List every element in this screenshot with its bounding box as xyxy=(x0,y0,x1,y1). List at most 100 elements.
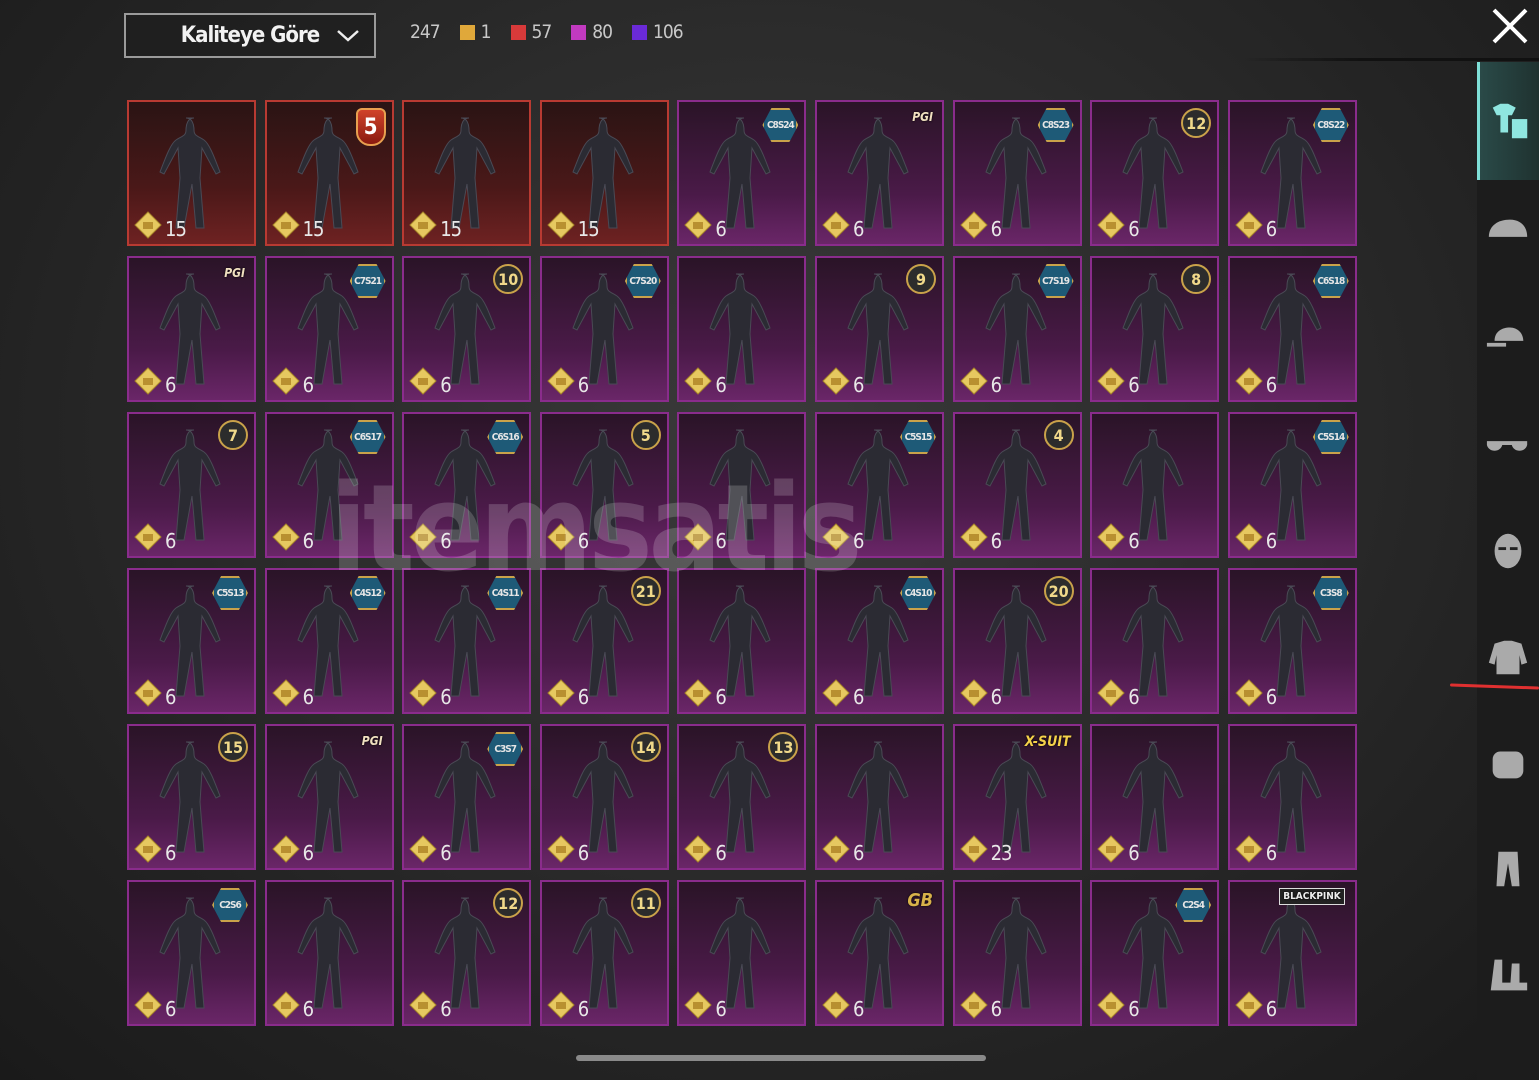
item-card[interactable]: 6 xyxy=(815,724,944,870)
item-card[interactable]: 6 15 xyxy=(127,724,256,870)
sidebar-tab-glasses[interactable] xyxy=(1477,392,1539,498)
sidebar-tab-jacket[interactable] xyxy=(1477,604,1539,710)
outfit-preview xyxy=(709,897,772,1009)
item-card[interactable]: 6 xyxy=(952,880,1082,1026)
currency-gem-icon xyxy=(684,835,713,863)
sidebar-tab-pants[interactable] xyxy=(1477,816,1539,922)
item-card[interactable]: 6 xyxy=(677,412,807,558)
item-value: 23 xyxy=(990,841,1013,865)
item-card[interactable]: 6 BLACKPINK xyxy=(1227,880,1357,1026)
item-value: 6 xyxy=(715,997,726,1021)
item-card[interactable]: 6 21 xyxy=(539,568,669,714)
item-card[interactable]: 6 13 xyxy=(677,724,807,870)
item-value: 6 xyxy=(1128,685,1139,709)
item-badge: 8 xyxy=(1181,264,1212,294)
currency-gem-icon xyxy=(134,991,162,1019)
currency-gem-icon xyxy=(684,991,713,1019)
item-value: 6 xyxy=(715,529,726,553)
item-card[interactable]: 6 10 xyxy=(402,256,532,402)
item-badge: 7 xyxy=(218,420,248,450)
item-card[interactable]: 6 C7S20 xyxy=(539,256,669,402)
item-card[interactable]: 6 C7S21 xyxy=(264,256,394,402)
item-value: 6 xyxy=(853,373,864,397)
item-card[interactable]: 64 xyxy=(952,412,1082,558)
item-card[interactable]: 6 C2S6 xyxy=(127,880,256,1026)
item-value: 6 xyxy=(715,217,726,241)
item-card[interactable]: 65 xyxy=(539,412,669,558)
outfit-preview xyxy=(847,741,909,853)
outfit-preview xyxy=(434,117,496,229)
item-card[interactable]: 69 xyxy=(815,256,944,402)
sidebar-tab-outfit[interactable] xyxy=(1477,62,1539,180)
outfit-icon xyxy=(1492,103,1527,139)
item-card[interactable]: 6 20 xyxy=(952,568,1082,714)
item-card[interactable]: 6 C4S10 xyxy=(815,568,944,714)
item-card[interactable]: 6 C2S4 xyxy=(1090,880,1220,1026)
item-card[interactable]: 6 C5S13 xyxy=(127,568,256,714)
outfit-preview xyxy=(1122,429,1184,541)
item-card[interactable]: 6 PGI xyxy=(815,100,944,246)
horizontal-scrollbar[interactable] xyxy=(576,1055,986,1061)
item-card[interactable]: 6 C3S8 xyxy=(1227,568,1357,714)
item-card[interactable]: 6 xyxy=(1227,724,1357,870)
item-card[interactable]: 6 xyxy=(677,880,807,1026)
sidebar-tab-backpack[interactable] xyxy=(1477,710,1539,816)
item-card[interactable]: 6 xyxy=(1090,568,1220,714)
item-card[interactable]: 6 xyxy=(1090,412,1220,558)
item-card[interactable]: 6 C3S7 xyxy=(402,724,532,870)
item-card[interactable]: 67 xyxy=(127,412,256,558)
sort-dropdown[interactable]: Kaliteye Göre xyxy=(124,13,376,58)
item-card[interactable]: 15 xyxy=(127,100,256,246)
item-value: 6 xyxy=(1265,529,1277,553)
item-card[interactable]: 6 xyxy=(677,256,807,402)
item-card[interactable]: 15 xyxy=(539,100,669,246)
item-card[interactable]: 6 xyxy=(1090,724,1220,870)
item-card[interactable]: 6 C6S18 xyxy=(1227,256,1357,402)
item-value: 6 xyxy=(165,373,176,397)
item-card[interactable]: 6 C8S22 xyxy=(1227,100,1357,246)
close-icon[interactable] xyxy=(1490,6,1530,46)
outfit-preview xyxy=(984,429,1047,541)
item-card[interactable]: 6 C7S19 xyxy=(952,256,1082,402)
item-card[interactable]: 6 C4S12 xyxy=(264,568,394,714)
item-value: 6 xyxy=(165,841,176,865)
item-card[interactable]: 68 xyxy=(1090,256,1220,402)
currency-gem-icon xyxy=(547,367,575,395)
item-value: 6 xyxy=(990,373,1002,397)
currency-gem-icon xyxy=(822,991,850,1019)
item-card[interactable]: 6 C4S11 xyxy=(402,568,532,714)
currency-gem-icon xyxy=(134,679,162,707)
currency-gem-icon xyxy=(822,367,850,395)
item-card[interactable]: 15 5 xyxy=(264,100,394,246)
item-card[interactable]: 6 GB xyxy=(815,880,944,1026)
sidebar-tab-helmet[interactable] xyxy=(1477,180,1539,286)
item-card[interactable]: 6 PGI xyxy=(264,724,394,870)
item-card[interactable]: 6 C8S24 xyxy=(677,100,807,246)
mythic-swatch xyxy=(510,24,526,40)
item-card[interactable]: 6 C6S16 xyxy=(402,412,532,558)
item-card[interactable]: 6 12 xyxy=(1090,100,1220,246)
sidebar-tab-mask[interactable] xyxy=(1477,498,1539,604)
currency-gem-icon xyxy=(1235,679,1263,707)
currency-gem-icon xyxy=(1235,211,1263,239)
item-card[interactable]: 6 14 xyxy=(539,724,669,870)
sidebar-tab-cap[interactable] xyxy=(1477,286,1539,392)
item-card[interactable]: 6 11 xyxy=(539,880,669,1026)
item-card[interactable]: 6 C5S15 xyxy=(815,412,944,558)
item-card[interactable]: 6 xyxy=(264,880,394,1026)
sidebar-tab-shoes[interactable] xyxy=(1477,922,1539,1028)
item-card[interactable]: 15 xyxy=(402,100,532,246)
item-value: 6 xyxy=(302,685,314,709)
item-value: 6 xyxy=(853,529,864,553)
item-card[interactable]: 6 12 xyxy=(402,880,532,1026)
item-card[interactable]: 23 X-SUIT xyxy=(952,724,1082,870)
item-card[interactable]: 6 C8S23 xyxy=(952,100,1082,246)
item-card[interactable]: 6 xyxy=(677,568,807,714)
item-card[interactable]: 6 PGI xyxy=(127,256,256,402)
item-value: 6 xyxy=(990,685,1002,709)
outfit-preview xyxy=(572,741,634,853)
outfit-preview xyxy=(984,585,1047,697)
item-card[interactable]: 6 C6S17 xyxy=(264,412,394,558)
mask-icon xyxy=(1494,533,1522,569)
item-card[interactable]: 6 C5S14 xyxy=(1227,412,1357,558)
